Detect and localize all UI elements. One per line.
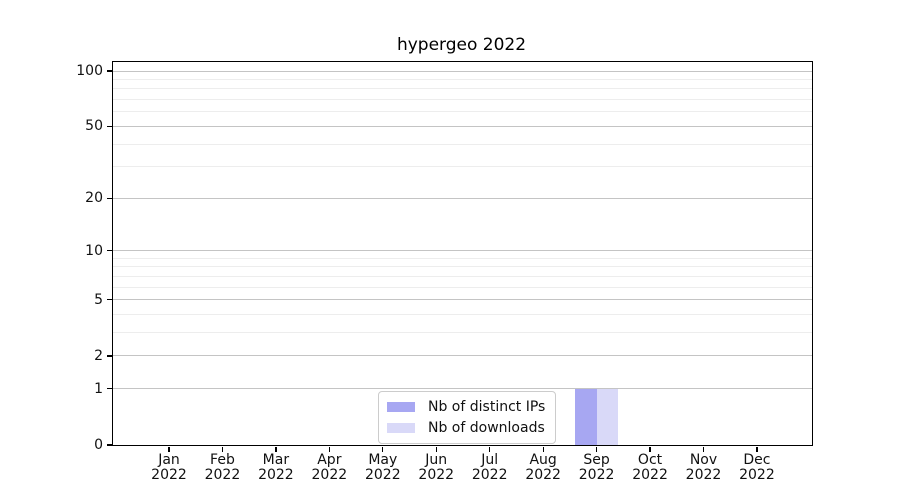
y-gridline-major	[113, 126, 812, 127]
y-tick-label: 10	[85, 244, 103, 258]
x-tick-year: 2022	[312, 468, 348, 483]
y-gridline-minor	[113, 314, 812, 315]
x-tick	[543, 447, 544, 452]
x-tick-month: Dec	[739, 453, 775, 468]
y-gridline-minor	[113, 111, 812, 112]
legend-swatch-icon	[387, 402, 415, 412]
y-gridline-minor	[113, 79, 812, 80]
x-tick-label: Jul2022	[472, 453, 508, 483]
legend-item: Nb of downloads	[387, 419, 545, 437]
x-tick-month: Jan	[151, 453, 187, 468]
y-gridline-minor	[113, 266, 812, 267]
chart-figure: hypergeo 2022 0125102050100Jan2022Feb202…	[0, 0, 900, 500]
x-tick-year: 2022	[365, 468, 401, 483]
x-tick	[756, 447, 757, 452]
legend: Nb of distinct IPs Nb of downloads	[378, 391, 556, 444]
x-tick-label: Mar2022	[258, 453, 294, 483]
y-gridline-minor	[113, 166, 812, 167]
x-tick-year: 2022	[632, 468, 668, 483]
legend-swatch-icon	[387, 423, 415, 433]
x-tick-label: Oct2022	[632, 453, 668, 483]
x-tick-month: May	[365, 453, 401, 468]
y-gridline-minor	[113, 258, 812, 259]
y-tick-label: 1	[94, 382, 103, 396]
x-tick-label: Jan2022	[151, 453, 187, 483]
x-tick-month: Aug	[525, 453, 561, 468]
y-gridline-major	[113, 388, 812, 389]
x-tick-month: Mar	[258, 453, 294, 468]
x-tick-year: 2022	[739, 468, 775, 483]
y-gridline-major	[113, 71, 812, 72]
y-gridline-major	[113, 250, 812, 251]
y-gridline-major	[113, 299, 812, 300]
chart-title: hypergeo 2022	[112, 35, 811, 55]
x-tick	[703, 447, 704, 452]
x-tick	[382, 447, 383, 452]
legend-label: Nb of distinct IPs	[428, 399, 545, 415]
y-tick	[107, 198, 112, 199]
x-tick-month: Feb	[205, 453, 241, 468]
plot-area: 0125102050100Jan2022Feb2022Mar2022Apr202…	[112, 61, 813, 446]
x-tick-month: Jul	[472, 453, 508, 468]
y-tick	[107, 299, 112, 300]
x-tick-year: 2022	[418, 468, 454, 483]
x-tick-label: Dec2022	[739, 453, 775, 483]
bar-nb-of-downloads	[597, 389, 618, 445]
y-gridline-minor	[113, 287, 812, 288]
y-gridline-minor	[113, 276, 812, 277]
y-tick-label: 50	[85, 119, 103, 133]
y-tick-label: 20	[85, 191, 103, 205]
y-gridline-minor	[113, 88, 812, 89]
x-tick	[222, 447, 223, 452]
x-tick-year: 2022	[686, 468, 722, 483]
x-tick-month: Jun	[418, 453, 454, 468]
bar-nb-of-distinct-ips	[575, 389, 596, 445]
y-tick-label: 100	[76, 64, 103, 78]
y-gridline-minor	[113, 99, 812, 100]
x-tick-year: 2022	[525, 468, 561, 483]
x-tick-year: 2022	[472, 468, 508, 483]
legend-label: Nb of downloads	[428, 420, 545, 436]
legend-item: Nb of distinct IPs	[387, 398, 545, 416]
y-tick-label: 5	[94, 293, 103, 307]
x-tick	[329, 447, 330, 452]
x-tick-year: 2022	[258, 468, 294, 483]
y-gridline-major	[113, 355, 812, 356]
x-tick-label: Jun2022	[418, 453, 454, 483]
x-tick-month: Oct	[632, 453, 668, 468]
x-tick	[275, 447, 276, 452]
y-tick-label: 2	[94, 349, 103, 363]
x-tick-label: May2022	[365, 453, 401, 483]
x-tick-month: Apr	[312, 453, 348, 468]
x-tick-label: Aug2022	[525, 453, 561, 483]
x-tick	[436, 447, 437, 452]
x-tick	[649, 447, 650, 452]
y-gridline-minor	[113, 332, 812, 333]
y-gridline-major	[113, 198, 812, 199]
x-tick-year: 2022	[579, 468, 615, 483]
x-tick-label: Feb2022	[205, 453, 241, 483]
x-tick-label: Apr2022	[312, 453, 348, 483]
y-tick	[107, 444, 112, 445]
x-tick-year: 2022	[205, 468, 241, 483]
y-tick	[107, 355, 112, 356]
x-tick-year: 2022	[151, 468, 187, 483]
y-gridline-minor	[113, 144, 812, 145]
y-tick-label: 0	[94, 438, 103, 452]
x-tick-month: Sep	[579, 453, 615, 468]
x-tick-label: Sep2022	[579, 453, 615, 483]
y-tick	[107, 250, 112, 251]
x-tick	[489, 447, 490, 452]
x-tick-label: Nov2022	[686, 453, 722, 483]
x-tick-month: Nov	[686, 453, 722, 468]
x-tick	[596, 447, 597, 452]
y-tick	[107, 388, 112, 389]
y-tick	[107, 70, 112, 71]
y-tick	[107, 126, 112, 127]
x-tick	[168, 447, 169, 452]
